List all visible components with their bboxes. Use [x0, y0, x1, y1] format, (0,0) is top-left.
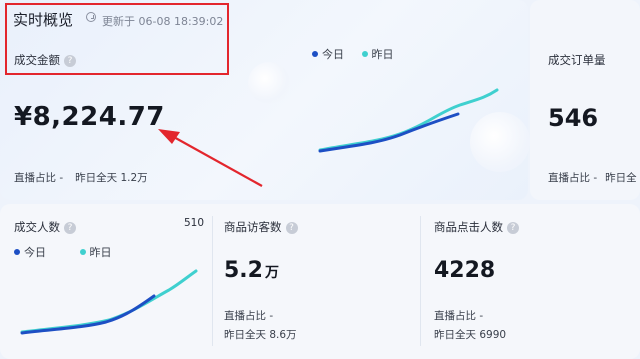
- orders-label: 成交订单量: [548, 53, 606, 67]
- legend-today-label: 今日: [322, 48, 344, 61]
- buyers-value: 510: [184, 217, 205, 229]
- clicks-label-row: 商品点击人数?: [434, 216, 519, 235]
- buyers-today-line: [20, 294, 156, 335]
- orders-value: 546: [548, 104, 599, 132]
- visitors-value-row: 5.2 万: [224, 258, 279, 283]
- yesterday-dot-icon: [361, 51, 368, 57]
- gmv-label: 成交金额: [14, 53, 60, 67]
- divider: [212, 216, 213, 346]
- visitors-unit: 万: [264, 265, 279, 281]
- question-icon[interactable]: ?: [64, 55, 76, 67]
- buyers-chart-legend: 今日 昨日: [14, 244, 112, 260]
- visitors-yesterday-full: 昨日全天 8.6万: [224, 329, 297, 341]
- visitors-label-row: 商品访客数?: [224, 216, 298, 235]
- gmv-yesterday-full: 昨日全天 1.2万: [75, 172, 148, 184]
- legend-today: 今日: [14, 246, 46, 259]
- gmv-chart-legend: 今日 昨日: [312, 46, 394, 62]
- decorative-orb: [248, 62, 290, 104]
- gmv-live-ratio-text: 直播占比 -: [14, 172, 64, 184]
- gmv-label-row: 成交金额?: [14, 49, 76, 68]
- legend-today-label: 今日: [24, 246, 46, 259]
- legend-yesterday-label: 昨日: [89, 246, 112, 259]
- buyers-label-row: 成交人数?: [14, 216, 76, 235]
- today-dot-icon: [14, 249, 20, 255]
- clicks-yesterday-full: 昨日全天 6990: [434, 329, 507, 341]
- orders-live-ratio-text: 直播占比 -: [548, 172, 598, 184]
- visitors-label: 商品访客数: [224, 220, 282, 234]
- clicks-label: 商品点击人数: [434, 220, 503, 234]
- yesterday-dot-icon: [79, 249, 86, 255]
- legend-today: 今日: [312, 48, 344, 61]
- gmv-yesterday-line: [318, 88, 499, 152]
- red-arrow: [158, 129, 263, 187]
- legend-yesterday-label: 昨日: [371, 48, 394, 61]
- orders-yesterday-full: 昨日全: [605, 172, 637, 184]
- buyers-yesterday-line: [20, 269, 198, 334]
- buyers-trend-chart: [20, 269, 198, 335]
- today-dot-icon: [312, 51, 318, 57]
- gmv-live-ratio: 直播占比 - 昨日全天 1.2万: [14, 170, 148, 185]
- legend-yesterday: 昨日: [361, 48, 394, 61]
- clicks-live-ratio: 直播占比 -: [434, 310, 484, 322]
- gmv-value: ¥8,224.77: [14, 102, 165, 132]
- question-icon[interactable]: ?: [64, 222, 76, 234]
- clicks-value: 4228: [434, 258, 496, 283]
- visitors-value: 5.2: [224, 258, 263, 283]
- buyers-label: 成交人数: [14, 220, 60, 234]
- question-icon[interactable]: ?: [507, 222, 519, 234]
- visitors-live-ratio: 直播占比 -: [224, 310, 274, 322]
- gmv-trend-chart: [318, 88, 499, 153]
- orders-live-ratio: 直播占比 - 昨日全: [548, 170, 637, 185]
- divider: [420, 216, 421, 346]
- orders-label-row: 成交订单量: [548, 49, 606, 68]
- legend-yesterday: 昨日: [79, 246, 112, 259]
- question-icon[interactable]: ?: [285, 222, 298, 234]
